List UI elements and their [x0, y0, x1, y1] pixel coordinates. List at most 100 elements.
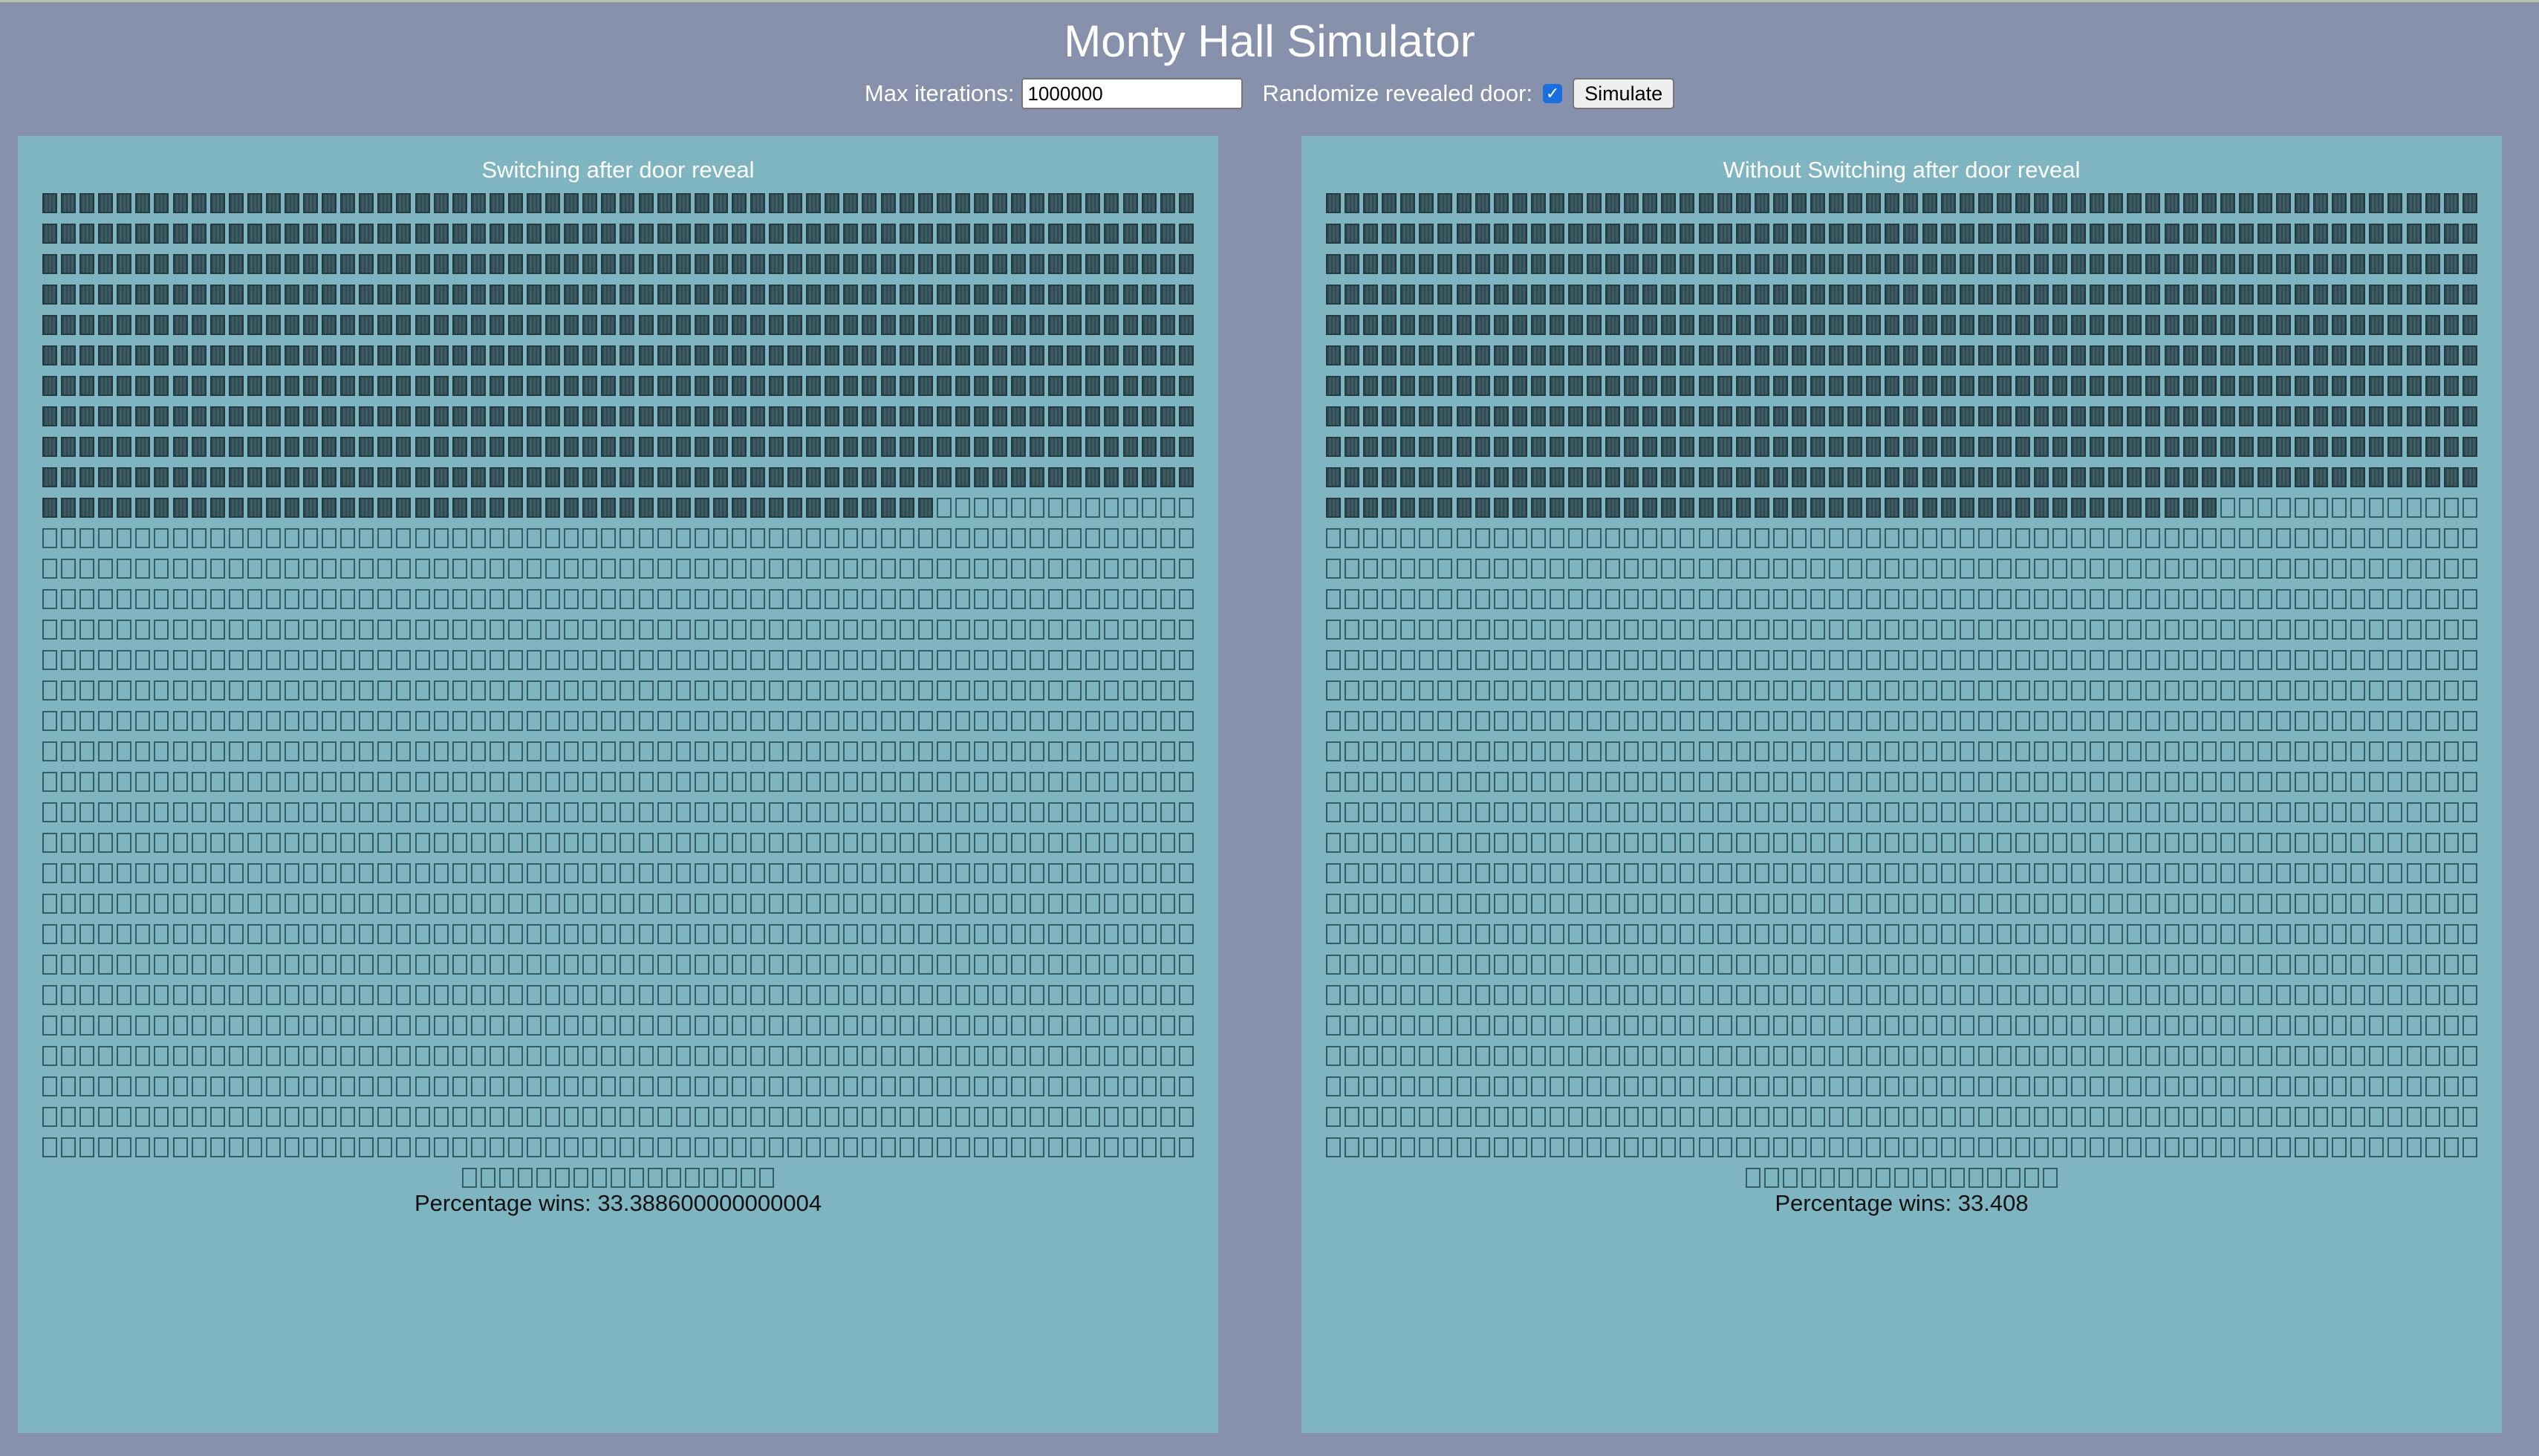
win-cell	[2220, 224, 2235, 244]
win-cell	[712, 254, 728, 274]
win-cell	[973, 437, 989, 457]
loss-cell	[1122, 589, 1138, 609]
loss-cell	[265, 589, 281, 609]
loss-cell	[1475, 1076, 1490, 1096]
loss-cell	[1437, 833, 1453, 853]
loss-cell	[2024, 1168, 2039, 1188]
win-cell	[769, 498, 784, 518]
loss-cell	[2295, 589, 2310, 609]
loss-cell	[2462, 1076, 2477, 1096]
win-cell	[1030, 437, 1045, 457]
loss-cell	[507, 833, 523, 853]
loss-cell	[2369, 802, 2384, 822]
win-cell	[61, 315, 77, 335]
loss-cell	[1977, 1015, 1993, 1036]
loss-cell	[191, 955, 207, 975]
loss-cell	[1717, 802, 1732, 822]
win-cell	[285, 437, 300, 457]
loss-cell	[2350, 1046, 2366, 1066]
win-cell	[657, 437, 672, 457]
loss-cell	[564, 650, 579, 670]
loss-cell	[2015, 711, 2030, 731]
loss-cell	[2220, 1076, 2235, 1096]
loss-cell	[545, 528, 561, 548]
loss-cell	[1885, 741, 1900, 761]
loss-cell	[1754, 620, 1769, 640]
loss-cell	[1437, 924, 1453, 944]
win-cell	[1493, 467, 1509, 487]
loss-cell	[2145, 924, 2161, 944]
grid-row	[1326, 559, 2477, 589]
win-cell	[601, 315, 617, 335]
loss-cell	[657, 1046, 672, 1066]
loss-cell	[1456, 924, 1472, 944]
loss-cell	[98, 772, 114, 792]
win-cell	[1530, 254, 1546, 274]
win-cell	[2182, 437, 2198, 457]
win-cell	[1104, 285, 1119, 305]
max-iterations-input[interactable]	[1021, 78, 1244, 109]
loss-cell	[247, 1137, 262, 1157]
win-cell	[415, 224, 430, 244]
loss-cell	[42, 924, 57, 944]
randomize-checkbox[interactable]: ✓	[1543, 84, 1563, 103]
win-cell	[1085, 345, 1101, 365]
loss-cell	[470, 680, 486, 701]
loss-cell	[340, 1137, 356, 1157]
loss-cell	[191, 589, 207, 609]
loss-cell	[396, 741, 412, 761]
loss-cell	[1122, 680, 1138, 701]
loss-cell	[2238, 985, 2254, 1005]
win-cell	[1791, 315, 1807, 335]
loss-cell	[135, 741, 151, 761]
loss-cell	[620, 863, 635, 883]
win-cell	[2164, 285, 2179, 305]
loss-cell	[1661, 863, 1677, 883]
loss-cell	[489, 680, 504, 701]
simulate-button[interactable]: Simulate	[1573, 78, 1675, 109]
win-cell	[1493, 345, 1509, 365]
loss-cell	[1866, 802, 1882, 822]
loss-cell	[1456, 559, 1472, 579]
loss-cell	[2369, 1046, 2384, 1066]
win-cell	[1847, 285, 1863, 305]
loss-cell	[648, 1168, 663, 1188]
loss-cell	[303, 741, 319, 761]
win-cell	[880, 345, 896, 365]
win-cell	[955, 467, 970, 487]
loss-cell	[2369, 589, 2384, 609]
loss-cell	[2164, 680, 2179, 701]
loss-cell	[2182, 528, 2198, 548]
win-cell	[2387, 406, 2403, 426]
loss-cell	[303, 1076, 319, 1096]
loss-cell	[340, 924, 356, 944]
loss-cell	[507, 863, 523, 883]
loss-cell	[1512, 528, 1527, 548]
panel-title: Switching after door reveal	[481, 157, 755, 183]
loss-cell	[1587, 924, 1602, 944]
win-cell	[228, 224, 244, 244]
loss-cell	[1549, 1076, 1564, 1096]
loss-cell	[1698, 833, 1714, 853]
loss-cell	[2108, 559, 2124, 579]
loss-cell	[1400, 1107, 1416, 1127]
win-cell	[117, 467, 132, 487]
win-cell	[433, 376, 449, 396]
win-cell	[1011, 315, 1027, 335]
loss-cell	[1382, 955, 1397, 975]
loss-cell	[265, 985, 281, 1005]
win-cell	[601, 498, 617, 518]
loss-cell	[2052, 1076, 2068, 1096]
win-cell	[2201, 254, 2217, 274]
loss-cell	[2006, 1168, 2021, 1188]
loss-cell	[2369, 955, 2384, 975]
loss-cell	[731, 833, 747, 853]
loss-cell	[2443, 833, 2459, 853]
win-cell	[955, 193, 970, 213]
loss-cell	[135, 802, 151, 822]
loss-cell	[1437, 1046, 1453, 1066]
loss-cell	[750, 620, 765, 640]
loss-cell	[564, 802, 579, 822]
win-cell	[1866, 315, 1882, 335]
win-cell	[1085, 467, 1101, 487]
